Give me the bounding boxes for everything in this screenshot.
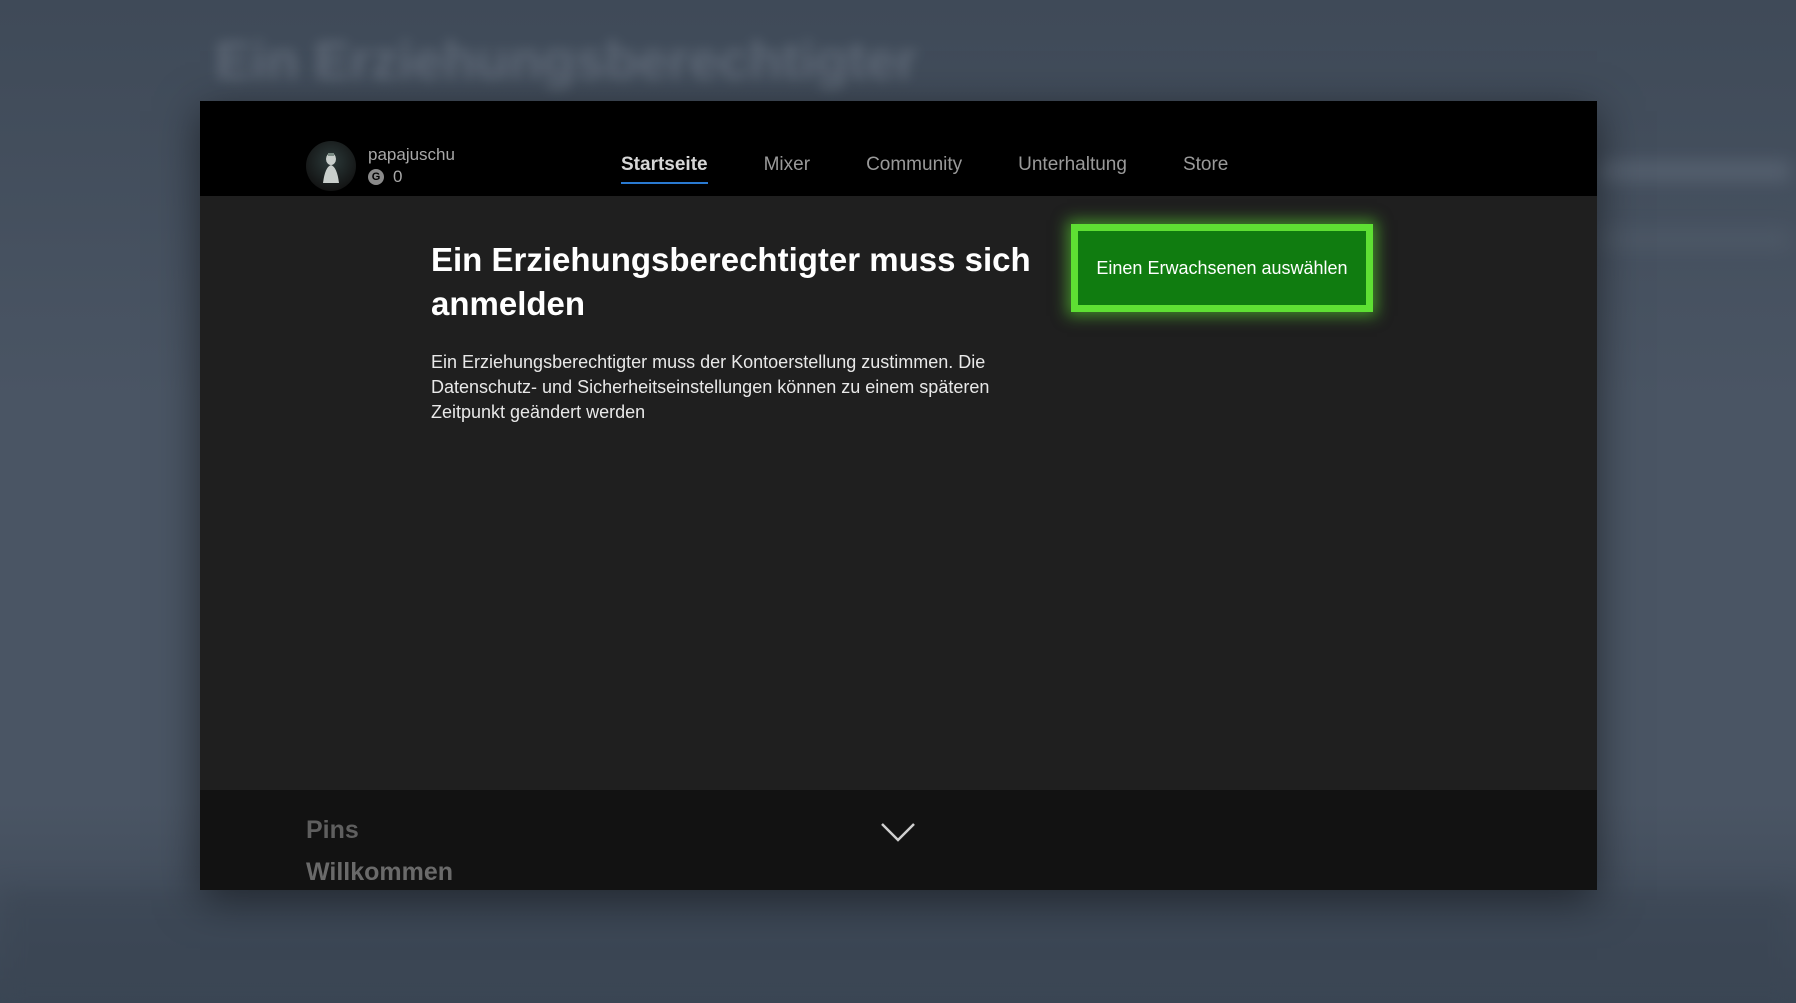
chevron-down-icon[interactable]	[880, 820, 916, 844]
bottom-bar: Pins Willkommen	[200, 790, 1597, 890]
gamerscore-icon: G	[368, 169, 384, 185]
page-title: Ein Erziehungsberechtigter muss sich anm…	[431, 241, 1031, 322]
background-blur-band	[0, 890, 1796, 1003]
welcome-section-label[interactable]: Willkommen	[306, 858, 453, 887]
page-description: Ein Erziehungsberechtigter muss der Kont…	[431, 352, 990, 422]
tab-store[interactable]: Store	[1183, 154, 1228, 184]
profile-area[interactable]: papajuschu G 0	[306, 141, 455, 191]
background-blur-shape	[1600, 160, 1790, 182]
console-window: papajuschu G 0 Startseite Mixer Communit…	[200, 101, 1597, 890]
gamertag: papajuschu	[368, 145, 455, 164]
tab-mixer[interactable]: Mixer	[764, 154, 810, 184]
nav-tabs: Startseite Mixer Community Unterhaltung …	[621, 154, 1284, 184]
avatar[interactable]	[306, 141, 356, 191]
gamerscore-value: 0	[393, 167, 403, 186]
avatar-figure-icon	[323, 153, 339, 183]
background-blur-shape	[1600, 230, 1790, 248]
pins-section-label[interactable]: Pins	[306, 816, 359, 845]
background-blurred-title: Ein Erziehungsberechtigter	[215, 31, 918, 91]
profile-text: papajuschu G 0	[368, 145, 455, 187]
tab-community[interactable]: Community	[866, 154, 962, 184]
top-navigation-bar: papajuschu G 0 Startseite Mixer Communit…	[200, 101, 1597, 196]
gamerscore-row: G 0	[368, 167, 455, 187]
tab-unterhaltung[interactable]: Unterhaltung	[1018, 154, 1127, 184]
select-adult-button[interactable]: Einen Erwachsenen auswählen	[1071, 224, 1373, 312]
tab-startseite[interactable]: Startseite	[621, 154, 708, 184]
